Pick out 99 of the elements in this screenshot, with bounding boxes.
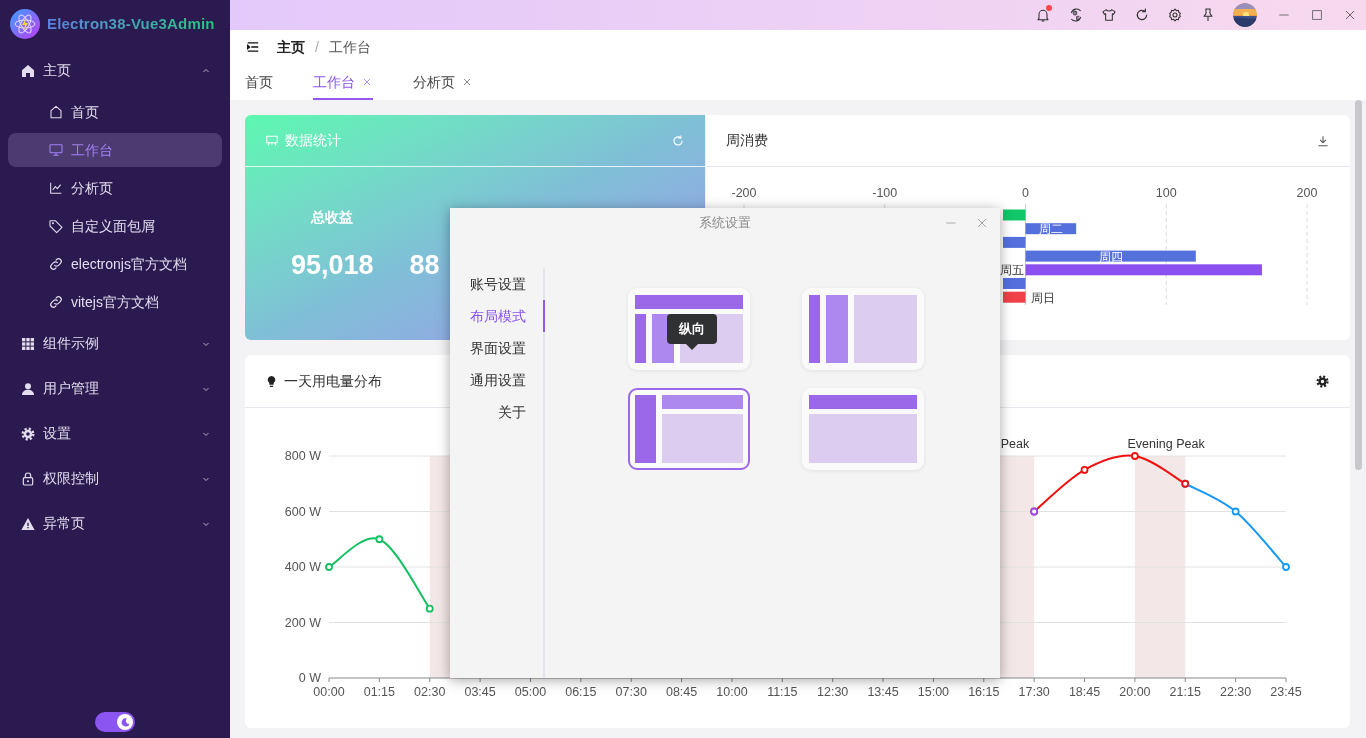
data-point	[1080, 466, 1089, 474]
settings-icon[interactable]	[1315, 373, 1330, 389]
card-title: 周消费	[726, 131, 768, 150]
stat-value: 88	[409, 249, 440, 282]
tick-label: 0 W	[298, 671, 321, 685]
tab[interactable]: 分析页	[413, 64, 473, 100]
menu-item[interactable]: 组件示例	[0, 321, 230, 366]
tick-label: 400 W	[284, 560, 321, 574]
bar-label: 周日	[1030, 290, 1055, 305]
bar	[1003, 291, 1026, 303]
tick-label: 08:45	[665, 685, 698, 699]
tick-label: 13:45	[867, 685, 899, 699]
settings-menu-item[interactable]: 布局模式	[450, 300, 545, 332]
tick-label: -200	[731, 186, 757, 200]
bell-icon[interactable]	[1034, 7, 1051, 23]
settings-menu-item[interactable]: 通用设置	[450, 364, 545, 396]
tooltip: 纵向	[667, 314, 717, 350]
bar	[1003, 278, 1026, 289]
tick-label: 200	[1296, 186, 1318, 200]
tick-label: 00:00	[313, 685, 345, 699]
tick-label: 12:30	[817, 685, 849, 699]
chart-icon	[48, 180, 64, 196]
card-title: 一天用电量分布	[284, 371, 382, 391]
bar-label: 周四	[1098, 249, 1123, 264]
submenu-item[interactable]: 分析页	[8, 171, 222, 205]
data-point	[1231, 507, 1240, 516]
menu-item[interactable]: 权限控制	[0, 456, 230, 501]
gear-icon	[20, 425, 36, 442]
stat-label: 总收益	[311, 208, 354, 227]
tick-label: 05:00	[514, 685, 547, 699]
tick-label: 18:45	[1068, 685, 1101, 699]
dialog-title: 系统设置	[699, 213, 751, 232]
tick-label: 20:00	[1119, 685, 1151, 699]
moon-icon	[119, 716, 131, 728]
tick-label: 16:15	[968, 685, 1000, 699]
tick-label: 100	[1155, 186, 1177, 200]
tick-label: 06:15	[565, 685, 597, 699]
submenu-item[interactable]: electronjs官方文档	[8, 247, 222, 281]
tick-label: 10:00	[716, 685, 748, 699]
data-point	[325, 563, 333, 571]
tab[interactable]: 首页	[245, 64, 273, 100]
menu-item[interactable]: 主页	[0, 48, 230, 93]
tick-label: 11:15	[767, 685, 798, 699]
submenu-item[interactable]: 首页	[8, 95, 222, 129]
card-title: 数据统计	[285, 131, 341, 150]
atom-logo-icon	[10, 9, 40, 39]
tick-label: 23:45	[1270, 685, 1302, 699]
tick-label: 03:45	[464, 685, 496, 699]
settings-menu-item[interactable]: 界面设置	[450, 332, 545, 364]
tick-label: 15:00	[917, 685, 950, 699]
menu-item[interactable]: 用户管理	[0, 366, 230, 411]
data-point	[425, 604, 434, 613]
grid-icon	[20, 335, 36, 352]
tick-label: 07:30	[615, 685, 647, 699]
theme-toggle[interactable]	[95, 712, 135, 732]
band-label: Peak	[1000, 437, 1030, 451]
tick-label: 22:30	[1220, 685, 1252, 699]
scrollbar-thumb[interactable]	[1354, 100, 1362, 470]
menu-fold-icon[interactable]	[246, 40, 260, 54]
tick-label: -100	[872, 186, 898, 200]
breadcrumb-item: 工作台	[328, 37, 371, 57]
bar-label: 周二	[1038, 222, 1063, 237]
stat-value: 95,018	[291, 249, 374, 282]
tick-label: 17:30	[1018, 685, 1050, 699]
data-point	[1282, 563, 1290, 571]
tick-label: 01:15	[363, 685, 395, 699]
data-point	[375, 535, 384, 544]
tick-label: 02:30	[414, 685, 446, 699]
tick-label: 200 W	[284, 615, 321, 630]
breadcrumb-separator: /	[315, 37, 319, 57]
tick-label: 800 W	[284, 449, 321, 463]
tick-label: 600 W	[284, 504, 321, 519]
data-point	[1131, 452, 1139, 460]
tick-label: 0	[1022, 186, 1029, 200]
home-icon	[20, 62, 36, 79]
bulb-icon	[265, 374, 278, 388]
submenu-item[interactable]: vitejs官方文档	[8, 285, 222, 319]
house-icon	[48, 104, 64, 120]
tick-label: 21:15	[1169, 685, 1201, 699]
link-icon	[48, 256, 64, 272]
breadcrumb-item[interactable]: 主页	[277, 36, 305, 58]
user-icon	[20, 380, 36, 397]
monitor-icon	[48, 142, 64, 158]
menu-item[interactable]: 异常页	[0, 501, 230, 546]
settings-menu-item[interactable]: 关于	[450, 396, 545, 428]
tag-icon	[48, 218, 64, 234]
download-icon[interactable]	[1316, 133, 1330, 148]
lock-icon	[20, 470, 36, 487]
band-label: Evening Peak	[1127, 437, 1205, 451]
bar	[1003, 209, 1026, 221]
settings-menu-item[interactable]: 账号设置	[450, 268, 545, 300]
board-icon	[265, 133, 279, 148]
close-icon[interactable]	[461, 76, 473, 88]
menu-item[interactable]: 设置	[0, 411, 230, 456]
submenu-item[interactable]: 自定义面包屑	[8, 209, 222, 243]
link-icon	[48, 294, 64, 310]
shirt-icon[interactable]	[1100, 7, 1117, 23]
bar-label: 周五	[999, 263, 1024, 278]
settings-icon[interactable]	[1166, 7, 1183, 23]
